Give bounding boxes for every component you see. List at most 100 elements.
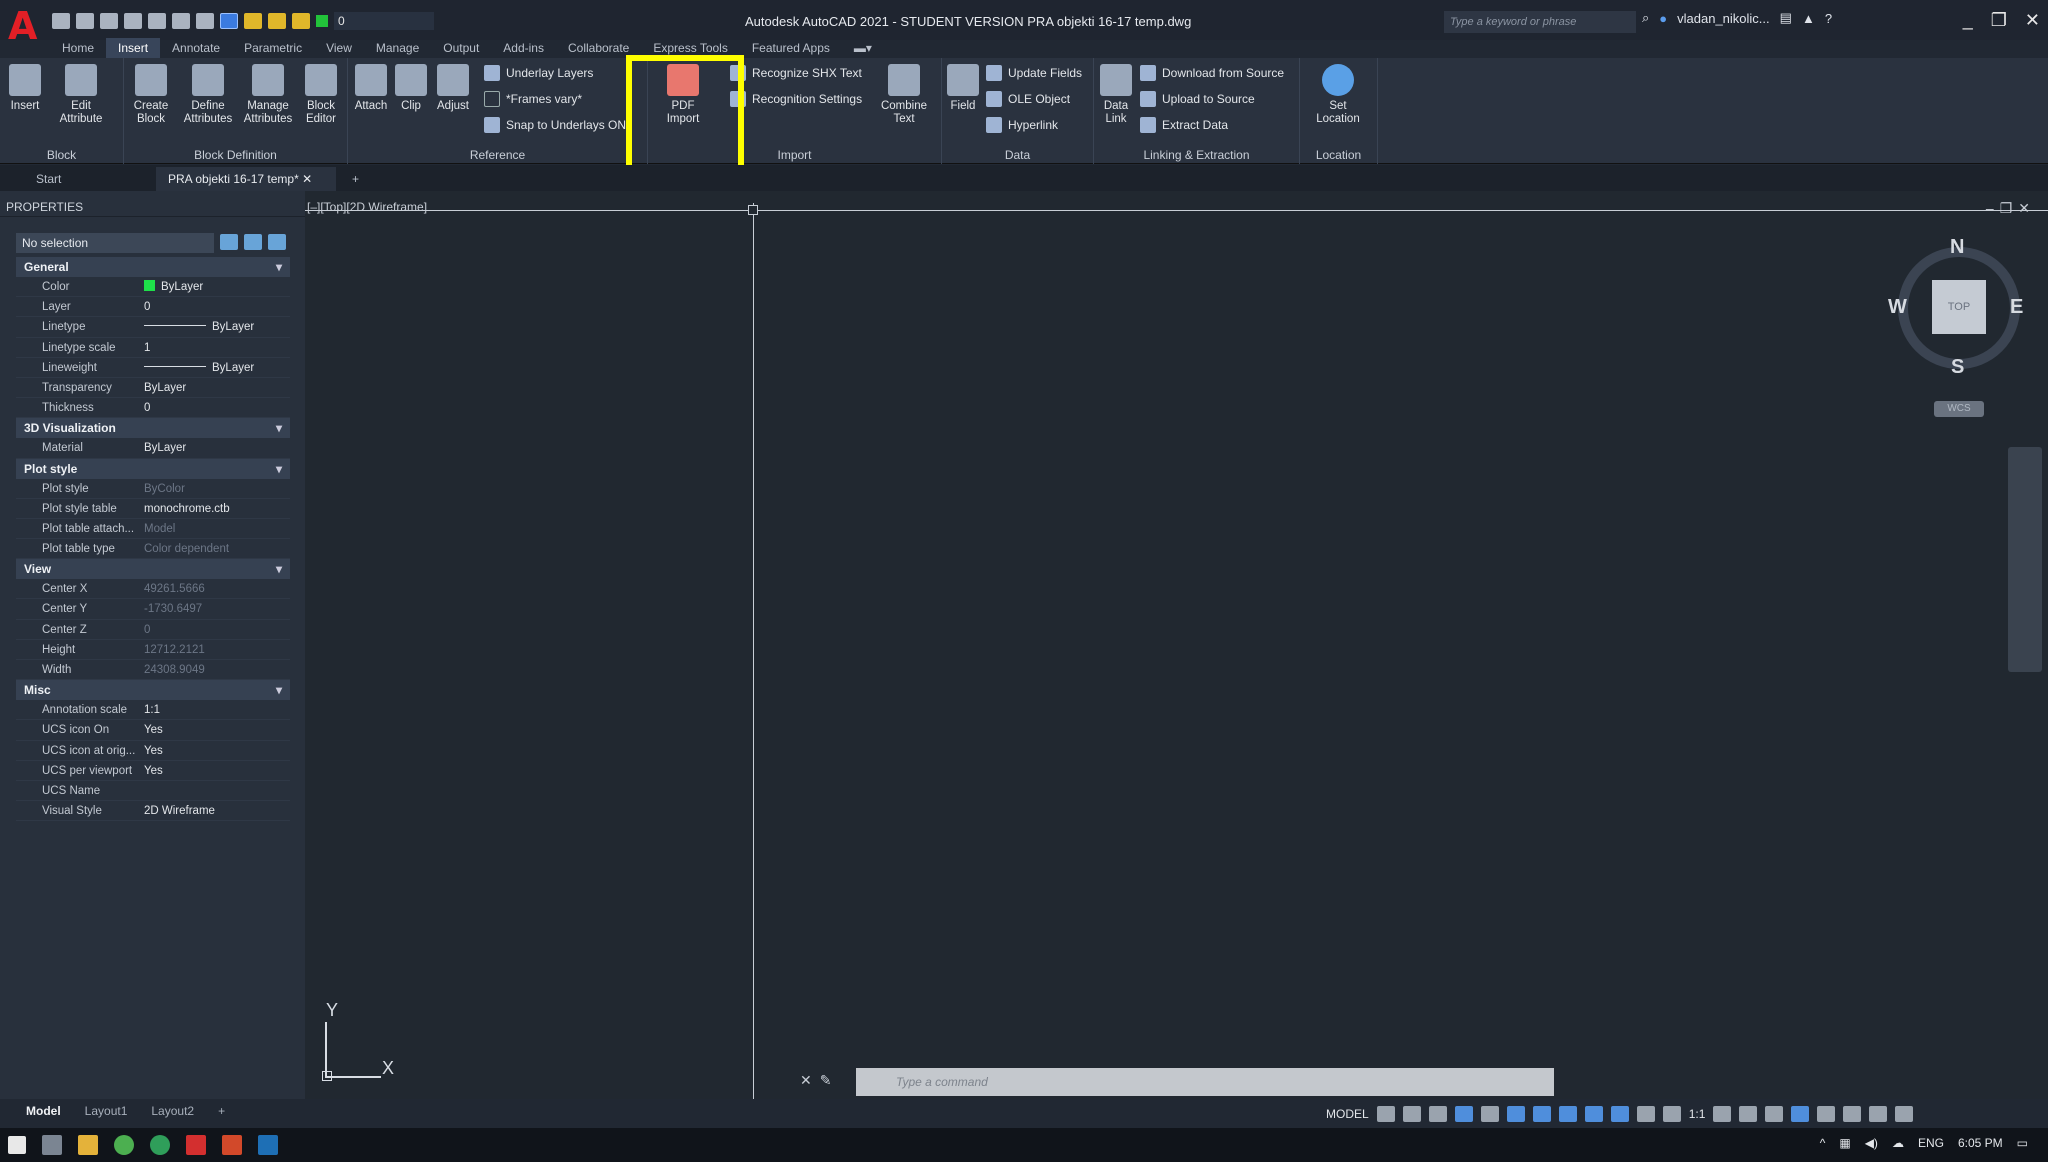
- insert-button[interactable]: Insert: [0, 64, 50, 113]
- compass-west[interactable]: W: [1888, 296, 1907, 319]
- viewcube-top-face[interactable]: TOP: [1932, 280, 1986, 334]
- viewport-controls[interactable]: [–][Top][2D Wireframe]: [307, 200, 427, 214]
- properties-title[interactable]: PROPERTIES: [0, 197, 305, 217]
- manage-attributes-button[interactable]: Manage Attributes: [238, 64, 298, 126]
- snap-icon[interactable]: [1402, 1106, 1421, 1122]
- undo-icon[interactable]: [172, 13, 190, 29]
- update-fields-button[interactable]: Update Fields: [986, 62, 1082, 84]
- graphics-performance-icon[interactable]: [1843, 1106, 1862, 1122]
- task-view-icon[interactable]: [42, 1135, 62, 1155]
- powerpoint-icon[interactable]: [222, 1135, 242, 1155]
- layer-dropdown[interactable]: 0: [334, 12, 434, 30]
- green-app-icon[interactable]: [150, 1135, 170, 1155]
- object-snap-icon[interactable]: [1532, 1106, 1551, 1122]
- clip-button[interactable]: Clip: [390, 64, 432, 113]
- upload-source-button[interactable]: Upload to Source: [1140, 88, 1255, 110]
- select-objects-icon[interactable]: [244, 234, 262, 250]
- prop-row[interactable]: Color ByLayer: [16, 277, 290, 298]
- tray-chevron-icon[interactable]: ^: [1820, 1136, 1826, 1150]
- windows-start-icon[interactable]: [8, 1136, 26, 1154]
- wcs-menu[interactable]: WCS: [1934, 401, 1984, 417]
- prop-row[interactable]: Plot style table monochrome.ctb: [16, 499, 290, 519]
- block-panel-title[interactable]: Block: [0, 148, 123, 162]
- cart-icon[interactable]: ▤: [1780, 10, 1792, 26]
- user-name[interactable]: vladan_nikolic...: [1677, 11, 1770, 26]
- define-attributes-button[interactable]: Define Attributes: [178, 64, 238, 126]
- download-source-button[interactable]: Download from Source: [1140, 62, 1284, 84]
- autodesk-icon[interactable]: ▲: [1802, 11, 1815, 26]
- viewport-window-controls[interactable]: –❐✕: [1986, 200, 2036, 217]
- section-misc[interactable]: Misc: [16, 680, 290, 701]
- ole-object-button[interactable]: OLE Object: [986, 88, 1070, 110]
- drawing-canvas[interactable]: [305, 191, 2048, 1099]
- frames-dropdown[interactable]: *Frames vary*: [484, 88, 582, 110]
- polar-icon[interactable]: [1454, 1106, 1473, 1122]
- prop-row[interactable]: Center Y -1730.6497: [16, 599, 290, 620]
- clean-screen-icon[interactable]: [1869, 1106, 1888, 1122]
- prop-row[interactable]: Plot table type Color dependent: [16, 539, 290, 560]
- sun-icon[interactable]: [268, 13, 286, 29]
- prop-row[interactable]: Linetype ByLayer: [16, 317, 290, 338]
- help-icon[interactable]: ?: [1825, 11, 1832, 26]
- prop-row[interactable]: Visual Style 2D Wireframe: [16, 801, 290, 822]
- section-view[interactable]: View: [16, 559, 290, 580]
- close-icon[interactable]: ✕: [2025, 10, 2040, 31]
- file-explorer-icon[interactable]: [78, 1135, 98, 1155]
- units-icon[interactable]: [1765, 1106, 1784, 1122]
- tab-annotate[interactable]: Annotate: [160, 38, 232, 58]
- hyperlink-button[interactable]: Hyperlink: [986, 114, 1058, 136]
- lock-icon[interactable]: [292, 13, 310, 29]
- user-icon[interactable]: ●: [1659, 11, 1667, 26]
- close-command-icon[interactable]: ✕: [800, 1072, 812, 1089]
- ortho-icon[interactable]: [1428, 1106, 1447, 1122]
- tab-express-tools[interactable]: Express Tools: [641, 38, 739, 58]
- workspace-gear-icon[interactable]: [1713, 1106, 1732, 1122]
- prop-row[interactable]: Plot style ByColor: [16, 479, 290, 499]
- reference-panel-title[interactable]: Reference: [348, 148, 647, 162]
- attach-button[interactable]: Attach: [348, 64, 394, 113]
- redo-icon[interactable]: [196, 13, 214, 29]
- tab-insert[interactable]: Insert: [106, 38, 161, 58]
- save-as-icon[interactable]: [124, 13, 142, 29]
- tab-collaborate[interactable]: Collaborate: [556, 38, 641, 58]
- snap-underlays-dropdown[interactable]: Snap to Underlays ON: [484, 114, 626, 136]
- auto-scale-icon[interactable]: [1662, 1106, 1681, 1122]
- create-block-button[interactable]: Create Block: [126, 64, 176, 126]
- annotation-visibility-icon[interactable]: [1636, 1106, 1655, 1122]
- lineweight-icon[interactable]: [1558, 1106, 1577, 1122]
- blue-app-icon[interactable]: [258, 1135, 278, 1155]
- transparency-icon[interactable]: [1584, 1106, 1603, 1122]
- compass-east[interactable]: E: [2010, 296, 2023, 319]
- save-icon[interactable]: [100, 13, 118, 29]
- set-location-button[interactable]: Set Location: [1310, 64, 1366, 126]
- new-icon[interactable]: [52, 13, 70, 29]
- tab-current-drawing[interactable]: PRA objekti 16-17 temp* ✕: [156, 167, 336, 191]
- customize-icon[interactable]: ✎: [820, 1072, 832, 1089]
- isolate-objects-icon[interactable]: [1817, 1106, 1836, 1122]
- tab-start[interactable]: Start: [24, 167, 154, 191]
- edit-attribute-button[interactable]: Edit Attribute: [54, 64, 108, 126]
- selection-cycling-icon[interactable]: [1610, 1106, 1629, 1122]
- prop-row[interactable]: Plot table attach... Model: [16, 519, 290, 540]
- compass-north[interactable]: N: [1950, 236, 1964, 259]
- tab-layout2[interactable]: Layout2: [139, 1101, 206, 1121]
- language-indicator[interactable]: ENG: [1918, 1136, 1944, 1150]
- notification-icon[interactable]: ▭: [2017, 1136, 2028, 1150]
- quick-select-icon[interactable]: [268, 234, 286, 250]
- prop-row[interactable]: UCS icon at orig... Yes: [16, 741, 290, 761]
- tab-view[interactable]: View: [314, 38, 364, 58]
- tab-model[interactable]: Model: [14, 1101, 73, 1121]
- layer-state-icon[interactable]: [244, 13, 262, 29]
- prop-row[interactable]: UCS Name: [16, 781, 290, 802]
- onedrive-icon[interactable]: ☁: [1892, 1136, 1904, 1150]
- ribbon-toggle-icon[interactable]: ▬▾: [842, 38, 884, 58]
- prop-row[interactable]: Transparency ByLayer: [16, 378, 290, 399]
- volume-icon[interactable]: ◀): [1865, 1136, 1878, 1150]
- tab-home[interactable]: Home: [50, 38, 106, 58]
- prop-row[interactable]: Lineweight ByLayer: [16, 358, 290, 378]
- tab-output[interactable]: Output: [431, 38, 491, 58]
- pdf-import-button[interactable]: PDF Import: [658, 64, 708, 126]
- tab-featured-apps[interactable]: Featured Apps: [740, 38, 842, 58]
- search-input[interactable]: Type a keyword or phrase: [1444, 11, 1636, 33]
- recognition-settings-button[interactable]: Recognition Settings: [730, 88, 862, 110]
